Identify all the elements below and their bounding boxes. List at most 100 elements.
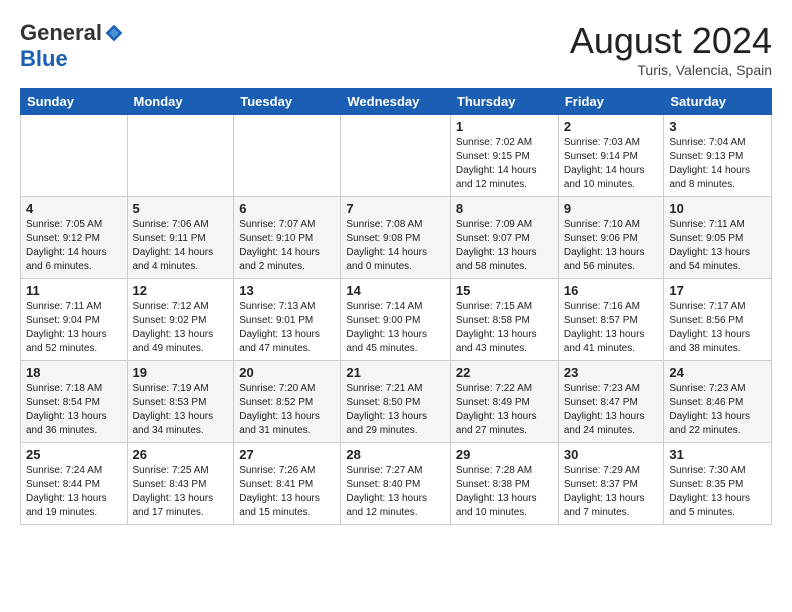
day-number: 29 [456, 447, 553, 462]
day-info: Sunrise: 7:20 AM Sunset: 8:52 PM Dayligh… [239, 382, 335, 438]
calendar-cell: 17 Sunrise: 7:17 AM Sunset: 8:56 PM Dayli… [664, 279, 772, 361]
day-number: 25 [26, 447, 122, 462]
calendar-cell: 23 Sunrise: 7:23 AM Sunset: 8:47 PM Dayli… [558, 361, 664, 443]
weekday-header-friday: Friday [558, 89, 664, 115]
calendar-cell: 2Sunrise: 7:03 AM Sunset: 9:14 PM Daylig… [558, 115, 664, 197]
calendar: SundayMondayTuesdayWednesdayThursdayFrid… [20, 88, 772, 525]
day-info: Sunrise: 7:13 AM Sunset: 9:01 PM Dayligh… [239, 300, 335, 356]
calendar-cell: 6 Sunrise: 7:07 AM Sunset: 9:10 PM Daylig… [234, 197, 341, 279]
calendar-cell [341, 115, 451, 197]
week-row-5: 25 Sunrise: 7:24 AM Sunset: 8:44 PM Dayli… [21, 443, 772, 525]
calendar-cell: 29 Sunrise: 7:28 AM Sunset: 8:38 PM Dayli… [450, 443, 558, 525]
calendar-cell: 10 Sunrise: 7:11 AM Sunset: 9:05 PM Dayli… [664, 197, 772, 279]
weekday-header-monday: Monday [127, 89, 234, 115]
day-info: Sunrise: 7:23 AM Sunset: 8:47 PM Dayligh… [564, 382, 659, 438]
day-info: Sunrise: 7:11 AM Sunset: 9:05 PM Dayligh… [669, 218, 766, 274]
day-info: Sunrise: 7:24 AM Sunset: 8:44 PM Dayligh… [26, 464, 122, 520]
day-number: 31 [669, 447, 766, 462]
calendar-cell: 18Sunrise: 7:18 AM Sunset: 8:54 PM Dayli… [21, 361, 128, 443]
calendar-cell: 14Sunrise: 7:14 AM Sunset: 9:00 PM Dayli… [341, 279, 451, 361]
day-number: 22 [456, 365, 553, 380]
calendar-cell: 31 Sunrise: 7:30 AM Sunset: 8:35 PM Dayli… [664, 443, 772, 525]
day-info: Sunrise: 7:22 AM Sunset: 8:49 PM Dayligh… [456, 382, 553, 438]
day-info: Sunrise: 7:23 AM Sunset: 8:46 PM Dayligh… [669, 382, 766, 438]
weekday-header-sunday: Sunday [21, 89, 128, 115]
day-number: 26 [133, 447, 229, 462]
day-number: 28 [346, 447, 445, 462]
week-row-2: 4 Sunrise: 7:05 AM Sunset: 9:12 PM Daylig… [21, 197, 772, 279]
day-number: 8 [456, 201, 553, 216]
week-row-4: 18Sunrise: 7:18 AM Sunset: 8:54 PM Dayli… [21, 361, 772, 443]
day-number: 27 [239, 447, 335, 462]
day-info: Sunrise: 7:07 AM Sunset: 9:10 PM Dayligh… [239, 218, 335, 274]
day-number: 18 [26, 365, 122, 380]
calendar-cell: 28 Sunrise: 7:27 AM Sunset: 8:40 PM Dayli… [341, 443, 451, 525]
day-info: Sunrise: 7:06 AM Sunset: 9:11 PM Dayligh… [133, 218, 229, 274]
week-row-3: 11 Sunrise: 7:11 AM Sunset: 9:04 PM Dayli… [21, 279, 772, 361]
day-number: 23 [564, 365, 659, 380]
calendar-cell: 9 Sunrise: 7:10 AM Sunset: 9:06 PM Daylig… [558, 197, 664, 279]
calendar-cell: 24Sunrise: 7:23 AM Sunset: 8:46 PM Dayli… [664, 361, 772, 443]
day-number: 6 [239, 201, 335, 216]
day-info: Sunrise: 7:26 AM Sunset: 8:41 PM Dayligh… [239, 464, 335, 520]
day-number: 1 [456, 119, 553, 134]
day-info: Sunrise: 7:12 AM Sunset: 9:02 PM Dayligh… [133, 300, 229, 356]
calendar-cell: 27 Sunrise: 7:26 AM Sunset: 8:41 PM Dayli… [234, 443, 341, 525]
day-number: 17 [669, 283, 766, 298]
day-info: Sunrise: 7:30 AM Sunset: 8:35 PM Dayligh… [669, 464, 766, 520]
day-number: 4 [26, 201, 122, 216]
day-number: 13 [239, 283, 335, 298]
weekday-header-tuesday: Tuesday [234, 89, 341, 115]
calendar-cell: 1Sunrise: 7:02 AM Sunset: 9:15 PM Daylig… [450, 115, 558, 197]
weekday-header-wednesday: Wednesday [341, 89, 451, 115]
calendar-cell [21, 115, 128, 197]
calendar-cell: 16 Sunrise: 7:16 AM Sunset: 8:57 PM Dayli… [558, 279, 664, 361]
calendar-cell: 3Sunrise: 7:04 AM Sunset: 9:13 PM Daylig… [664, 115, 772, 197]
calendar-cell [234, 115, 341, 197]
day-info: Sunrise: 7:25 AM Sunset: 8:43 PM Dayligh… [133, 464, 229, 520]
page-header: General Blue August 2024 Turis, Valencia… [20, 20, 772, 78]
day-info: Sunrise: 7:04 AM Sunset: 9:13 PM Dayligh… [669, 136, 766, 192]
calendar-cell: 21Sunrise: 7:21 AM Sunset: 8:50 PM Dayli… [341, 361, 451, 443]
day-number: 7 [346, 201, 445, 216]
day-number: 10 [669, 201, 766, 216]
month-year: August 2024 [570, 20, 772, 62]
day-number: 16 [564, 283, 659, 298]
day-number: 12 [133, 283, 229, 298]
logo: General Blue [20, 20, 124, 72]
day-number: 15 [456, 283, 553, 298]
logo-icon [104, 23, 124, 43]
day-info: Sunrise: 7:10 AM Sunset: 9:06 PM Dayligh… [564, 218, 659, 274]
day-info: Sunrise: 7:14 AM Sunset: 9:00 PM Dayligh… [346, 300, 445, 356]
week-row-1: 1Sunrise: 7:02 AM Sunset: 9:15 PM Daylig… [21, 115, 772, 197]
day-info: Sunrise: 7:16 AM Sunset: 8:57 PM Dayligh… [564, 300, 659, 356]
day-info: Sunrise: 7:27 AM Sunset: 8:40 PM Dayligh… [346, 464, 445, 520]
day-info: Sunrise: 7:08 AM Sunset: 9:08 PM Dayligh… [346, 218, 445, 274]
day-info: Sunrise: 7:17 AM Sunset: 8:56 PM Dayligh… [669, 300, 766, 356]
day-number: 5 [133, 201, 229, 216]
day-info: Sunrise: 7:28 AM Sunset: 8:38 PM Dayligh… [456, 464, 553, 520]
day-number: 11 [26, 283, 122, 298]
logo-blue: Blue [20, 46, 68, 72]
day-info: Sunrise: 7:29 AM Sunset: 8:37 PM Dayligh… [564, 464, 659, 520]
calendar-cell: 12 Sunrise: 7:12 AM Sunset: 9:02 PM Dayli… [127, 279, 234, 361]
location: Turis, Valencia, Spain [570, 62, 772, 78]
logo-general: General [20, 20, 102, 46]
calendar-cell: 20 Sunrise: 7:20 AM Sunset: 8:52 PM Dayli… [234, 361, 341, 443]
calendar-cell: 4 Sunrise: 7:05 AM Sunset: 9:12 PM Daylig… [21, 197, 128, 279]
day-number: 2 [564, 119, 659, 134]
day-info: Sunrise: 7:09 AM Sunset: 9:07 PM Dayligh… [456, 218, 553, 274]
day-number: 9 [564, 201, 659, 216]
day-number: 20 [239, 365, 335, 380]
day-number: 19 [133, 365, 229, 380]
calendar-cell: 26 Sunrise: 7:25 AM Sunset: 8:43 PM Dayli… [127, 443, 234, 525]
day-info: Sunrise: 7:19 AM Sunset: 8:53 PM Dayligh… [133, 382, 229, 438]
calendar-cell: 13 Sunrise: 7:13 AM Sunset: 9:01 PM Dayli… [234, 279, 341, 361]
weekday-header-thursday: Thursday [450, 89, 558, 115]
calendar-cell: 7 Sunrise: 7:08 AM Sunset: 9:08 PM Daylig… [341, 197, 451, 279]
day-info: Sunrise: 7:11 AM Sunset: 9:04 PM Dayligh… [26, 300, 122, 356]
calendar-cell: 30Sunrise: 7:29 AM Sunset: 8:37 PM Dayli… [558, 443, 664, 525]
calendar-cell: 25 Sunrise: 7:24 AM Sunset: 8:44 PM Dayli… [21, 443, 128, 525]
day-info: Sunrise: 7:05 AM Sunset: 9:12 PM Dayligh… [26, 218, 122, 274]
calendar-cell: 5 Sunrise: 7:06 AM Sunset: 9:11 PM Daylig… [127, 197, 234, 279]
